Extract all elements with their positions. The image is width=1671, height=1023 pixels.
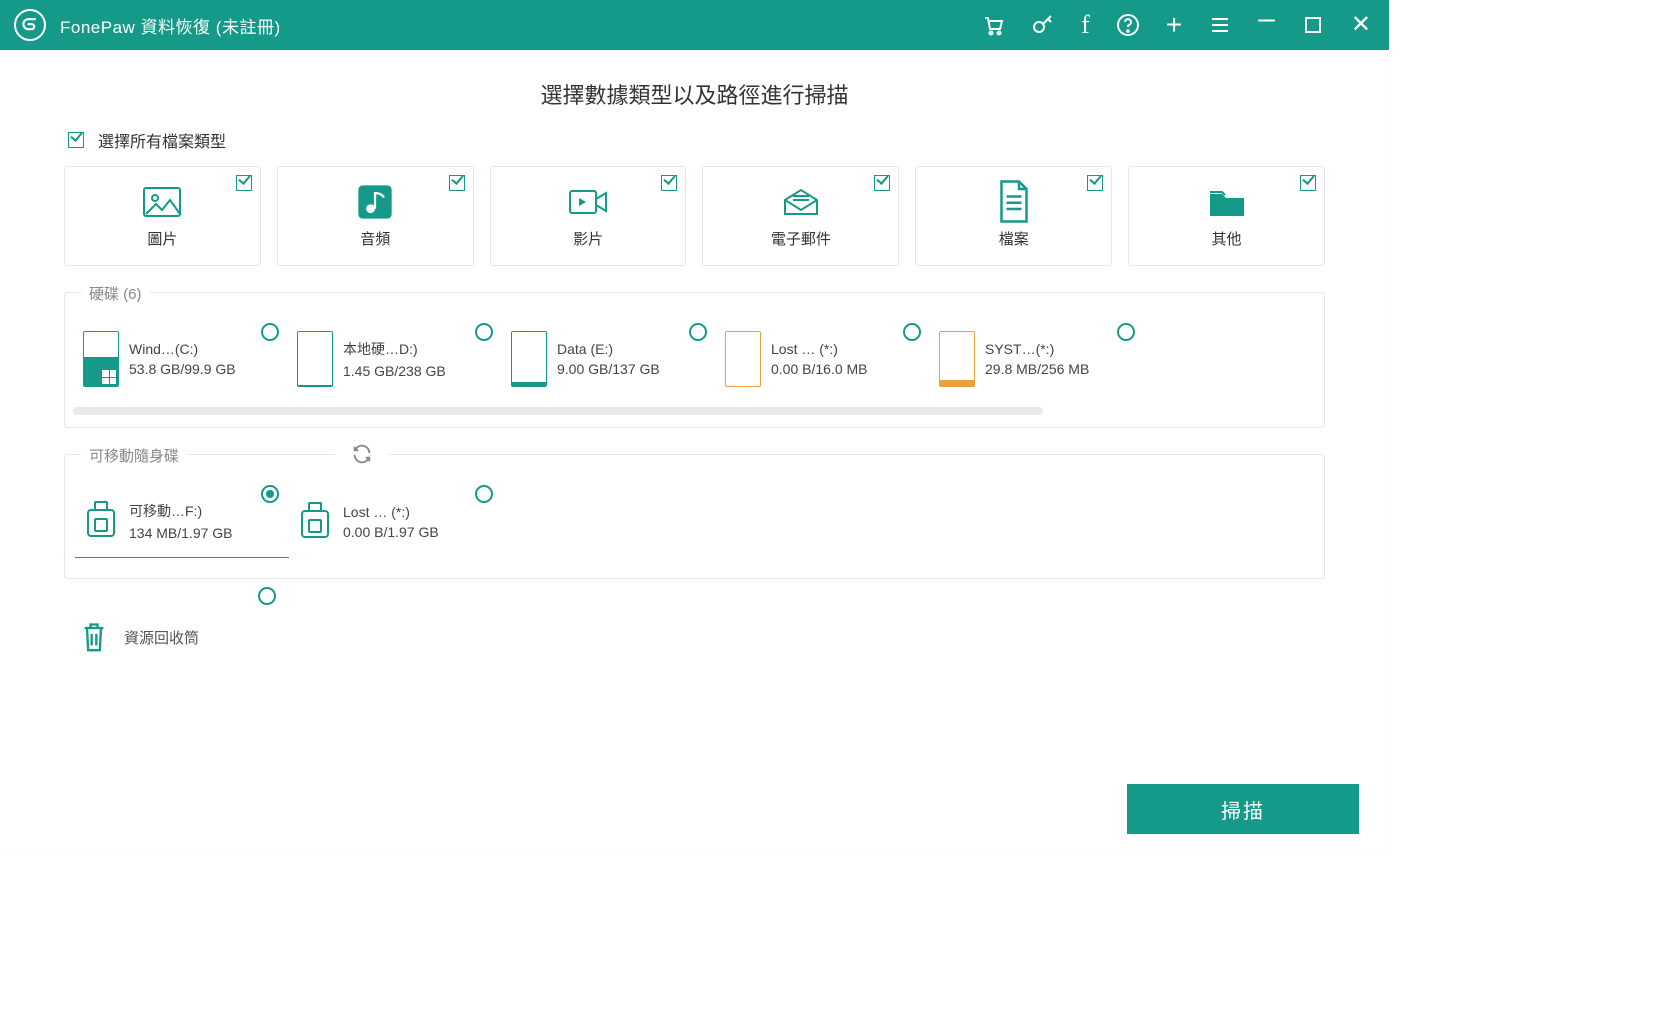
image-icon	[142, 184, 182, 220]
type-card-document[interactable]: 檔案	[915, 166, 1112, 266]
drive-name: Lost … (*:)	[343, 504, 439, 520]
minimize-icon[interactable]: –	[1258, 4, 1275, 34]
titlebar: FonePaw 資料恢復 (未註冊) f + – ✕	[0, 0, 1389, 50]
radio-icon	[689, 323, 707, 341]
close-icon[interactable]: ✕	[1351, 13, 1371, 37]
drive-name: Data (E:)	[557, 341, 660, 357]
radio-icon	[258, 587, 276, 605]
type-card-video[interactable]: 影片	[490, 166, 687, 266]
drive-size: 9.00 GB/137 GB	[557, 361, 660, 377]
app-logo-icon	[14, 9, 46, 41]
drive-size: 0.00 B/16.0 MB	[771, 361, 868, 377]
document-icon	[994, 184, 1034, 220]
radio-icon	[261, 323, 279, 341]
plus-icon[interactable]: +	[1166, 11, 1182, 39]
file-type-grid: 圖片 音頻 影片 電子郵件 檔案	[64, 166, 1325, 266]
recycle-label: 資源回收筒	[124, 627, 199, 648]
checkbox-icon	[661, 175, 677, 191]
folder-icon	[1207, 184, 1247, 220]
radio-icon	[475, 323, 493, 341]
page-title: 選擇數據類型以及路徑進行掃描	[64, 78, 1325, 110]
drive-name: Wind…(C:)	[129, 341, 236, 357]
recycle-row: 資源回收筒	[64, 605, 1325, 669]
removable-group-label: 可移動隨身碟	[81, 445, 187, 466]
checkbox-icon	[1300, 175, 1316, 191]
radio-icon	[261, 485, 279, 503]
checkbox-icon	[1087, 175, 1103, 191]
type-label: 其他	[1212, 228, 1242, 249]
hdd-drive-item[interactable]: SYST…(*:) 29.8 MB/256 MB	[931, 323, 1145, 395]
hdd-icon	[725, 331, 761, 387]
audio-icon	[355, 184, 395, 220]
hdd-group: 硬碟 (6) Wind…(C:)53.8 GB/99.9 GB本地硬…D:)1.…	[64, 292, 1325, 428]
usb-icon	[297, 494, 333, 550]
drive-size: 29.8 MB/256 MB	[985, 361, 1089, 377]
checkbox-icon	[68, 132, 84, 148]
usb-icon	[83, 493, 119, 549]
hdd-icon	[939, 331, 975, 387]
hdd-drive-item[interactable]: Lost … (*:) 0.00 B/16.0 MB	[717, 323, 931, 395]
recycle-bin-item[interactable]: 資源回收筒	[72, 615, 286, 659]
scan-button[interactable]: 掃描	[1127, 784, 1359, 834]
type-card-email[interactable]: 電子郵件	[702, 166, 899, 266]
drive-name: 可移動…F:)	[129, 501, 233, 521]
hdd-group-label: 硬碟 (6)	[81, 283, 150, 304]
menu-icon[interactable]	[1208, 13, 1232, 37]
type-label: 電子郵件	[771, 228, 831, 249]
maximize-icon[interactable]	[1301, 13, 1325, 37]
drive-size: 0.00 B/1.97 GB	[343, 524, 439, 540]
drive-size: 134 MB/1.97 GB	[129, 525, 233, 541]
type-label: 影片	[573, 228, 603, 249]
hdd-drive-item[interactable]: Data (E:) 9.00 GB/137 GB	[503, 323, 717, 395]
hdd-icon	[83, 331, 119, 387]
facebook-icon[interactable]: f	[1081, 12, 1090, 38]
titlebar-controls: f + – ✕	[981, 10, 1371, 40]
removable-drive-item[interactable]: Lost … (*:) 0.00 B/1.97 GB	[289, 485, 503, 558]
type-label: 檔案	[999, 228, 1029, 249]
logo-and-title: FonePaw 資料恢復 (未註冊)	[14, 9, 281, 41]
window-title: FonePaw 資料恢復 (未註冊)	[60, 13, 281, 38]
type-label: 音頻	[360, 228, 390, 249]
type-card-image[interactable]: 圖片	[64, 166, 261, 266]
main-content: 選擇數據類型以及路徑進行掃描 選擇所有檔案類型 圖片 音頻 影片	[0, 50, 1389, 679]
drive-size: 53.8 GB/99.9 GB	[129, 361, 236, 377]
checkbox-icon	[236, 175, 252, 191]
radio-icon	[1117, 323, 1135, 341]
type-card-audio[interactable]: 音頻	[277, 166, 474, 266]
removable-group: 可移動隨身碟 可移動…F:)134 MB/1.97 GBLost … (*:)0…	[64, 454, 1325, 579]
refresh-icon[interactable]	[335, 443, 389, 470]
cart-icon[interactable]	[981, 13, 1005, 37]
email-icon	[781, 184, 821, 220]
app-window: FonePaw 資料恢復 (未註冊) f + – ✕ 選擇數據類型以及路徑進行掃…	[0, 0, 1389, 852]
type-label: 圖片	[147, 228, 177, 249]
video-icon	[568, 184, 608, 220]
radio-icon	[903, 323, 921, 341]
trash-icon	[80, 621, 108, 653]
radio-icon	[475, 485, 493, 503]
checkbox-icon	[449, 175, 465, 191]
select-all-label: 選擇所有檔案類型	[98, 128, 226, 152]
drive-name: 本地硬…D:)	[343, 339, 446, 359]
key-icon[interactable]	[1031, 13, 1055, 37]
help-icon[interactable]	[1116, 13, 1140, 37]
hdd-drive-item[interactable]: Wind…(C:) 53.8 GB/99.9 GB	[75, 323, 289, 395]
horizontal-scrollbar[interactable]	[73, 407, 1316, 415]
hdd-drive-item[interactable]: 本地硬…D:) 1.45 GB/238 GB	[289, 323, 503, 395]
hdd-icon	[297, 331, 333, 387]
removable-drive-item[interactable]: 可移動…F:) 134 MB/1.97 GB	[75, 485, 289, 558]
drive-size: 1.45 GB/238 GB	[343, 363, 446, 379]
checkbox-icon	[874, 175, 890, 191]
hdd-drive-row: Wind…(C:) 53.8 GB/99.9 GB 本地硬…D:) 1.45 GB/2…	[73, 323, 1316, 403]
type-card-other[interactable]: 其他	[1128, 166, 1325, 266]
drive-name: Lost … (*:)	[771, 341, 868, 357]
hdd-icon	[511, 331, 547, 387]
select-all-checkbox[interactable]: 選擇所有檔案類型	[68, 128, 1325, 152]
drive-name: SYST…(*:)	[985, 341, 1089, 357]
removable-drive-row: 可移動…F:) 134 MB/1.97 GB Lost … (*:) 0.00 B/1…	[73, 485, 1316, 566]
